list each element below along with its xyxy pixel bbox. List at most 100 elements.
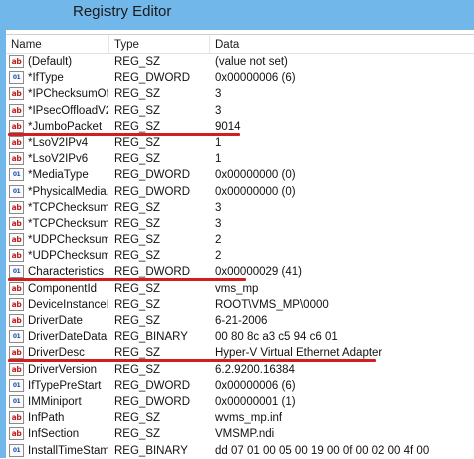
string-value-icon: ab	[9, 200, 24, 214]
value-name: InfPath	[28, 412, 65, 425]
value-data: 3	[215, 104, 222, 117]
list-item[interactable]: 01 *MediaType REG_DWORD 0x00000000 (0)	[6, 167, 474, 183]
value-data: 0x00000001 (1)	[215, 395, 296, 408]
registry-values-list[interactable]: Name Type Data ab (Default) REG_SZ (value n…	[6, 34, 474, 459]
string-value-icon: ab	[9, 249, 24, 263]
list-item[interactable]: 01 *PhysicalMedia... REG_DWORD 0x00000000 (…	[6, 184, 474, 200]
list-item[interactable]: ab ComponentId REG_SZ vms_mp	[6, 281, 474, 297]
value-data: 9014	[215, 120, 241, 133]
value-name: *LsoV2IPv6	[28, 153, 89, 166]
value-data: 6.2.9200.16384	[215, 363, 295, 376]
value-name: *LsoV2IPv4	[28, 136, 89, 149]
list-item[interactable]: ab *IPsecOffloadV2 REG_SZ 3	[6, 103, 474, 119]
string-value-icon: ab	[9, 314, 24, 327]
string-value-icon: ab	[9, 362, 24, 376]
value-type: REG_SZ	[114, 217, 161, 230]
value-name: InfSection	[28, 428, 80, 441]
list-item[interactable]: 01 *IfType REG_DWORD 0x00000006 (6)	[6, 70, 474, 86]
list-item[interactable]: ab DriverDate REG_SZ 6-21-2006	[6, 313, 474, 329]
value-data: 0x00000029 (41)	[215, 266, 302, 279]
string-value-icon: ab	[9, 55, 24, 68]
value-data: 3	[215, 201, 222, 214]
value-name: *TCPChecksum...	[28, 217, 108, 230]
list-item[interactable]: ab *LsoV2IPv6 REG_SZ 1	[6, 151, 474, 167]
list-item[interactable]: ab *UDPChecksum... REG_SZ 2	[6, 248, 474, 264]
list-item[interactable]: ab *TCPChecksum... REG_SZ 3	[6, 216, 474, 232]
list-item[interactable]: 01 InstallTimeStamp REG_BINARY dd 07 01 00 …	[6, 443, 474, 459]
value-data: 00 80 8c a3 c5 94 c6 01	[215, 331, 338, 344]
value-data: 0x00000006 (6)	[215, 379, 296, 392]
binary-value-icon: 01	[9, 168, 24, 182]
list-item[interactable]: ab *LsoV2IPv4 REG_SZ 1	[6, 135, 474, 151]
value-name: InstallTimeStamp	[28, 444, 108, 457]
value-name: ComponentId	[28, 282, 98, 295]
list-item[interactable]: 01 DriverDateData REG_BINARY 00 80 8c a3 c5…	[6, 329, 474, 345]
value-type: REG_SZ	[114, 153, 161, 166]
list-item[interactable]: ab InfPath REG_SZ wvms_mp.inf	[6, 410, 474, 426]
value-data: 3	[215, 217, 222, 230]
value-data: vms_mp	[215, 282, 259, 295]
list-header: Name Type Data	[6, 35, 474, 54]
string-value-icon: ab	[9, 87, 24, 101]
binary-value-icon: 01	[9, 330, 24, 344]
list-item[interactable]: ab *JumboPacket REG_SZ 9014	[6, 119, 474, 136]
value-name: *UDPChecksum...	[28, 250, 108, 263]
value-type: REG_SZ	[114, 201, 161, 214]
list-item[interactable]: 01 IMMiniport REG_DWORD 0x00000001 (1)	[6, 394, 474, 410]
value-name: IfTypePreStart	[28, 379, 102, 392]
list-item[interactable]: ab InfSection REG_SZ VMSMP.ndi	[6, 426, 474, 442]
value-type: REG_SZ	[114, 104, 161, 117]
binary-value-icon: 01	[9, 71, 24, 85]
list-item[interactable]: ab DriverDesc REG_SZ Hyper-V Virtual Ethern…	[6, 345, 474, 363]
value-type: REG_BINARY	[114, 444, 188, 457]
string-value-icon: ab	[9, 103, 24, 117]
value-type: REG_SZ	[114, 282, 161, 295]
list-item[interactable]: ab *TCPChecksum... REG_SZ 3	[6, 200, 474, 216]
string-value-icon: ab	[9, 281, 24, 295]
value-type: REG_DWORD	[114, 169, 191, 182]
column-header-data[interactable]: Data	[210, 38, 474, 53]
value-type: REG_SZ	[114, 250, 161, 263]
value-type: REG_SZ	[114, 412, 161, 425]
value-data: VMSMP.ndi	[215, 428, 275, 441]
list-item[interactable]: ab *UDPChecksum... REG_SZ 2	[6, 232, 474, 248]
value-name: *PhysicalMedia...	[28, 185, 108, 198]
value-type: REG_SZ	[114, 234, 161, 247]
value-data: 3	[215, 88, 222, 101]
list-item[interactable]: ab (Default) REG_SZ (value not set)	[6, 54, 474, 70]
value-data: 1	[215, 136, 222, 149]
string-value-icon: ab	[9, 346, 24, 360]
value-type: REG_DWORD	[114, 185, 191, 198]
string-value-icon: ab	[9, 297, 24, 311]
binary-value-icon: 01	[9, 184, 24, 198]
value-name: DriverDateData	[28, 331, 108, 344]
value-name: *IPsecOffloadV2	[28, 104, 108, 117]
list-rows: ab (Default) REG_SZ (value not set) 01 *IfTyp…	[6, 54, 474, 459]
binary-value-icon: 01	[9, 378, 24, 392]
value-name: *TCPChecksum...	[28, 201, 108, 214]
list-item[interactable]: ab *IPChecksumOf... REG_SZ 3	[6, 86, 474, 102]
window-titlebar[interactable]: Registry Editor	[0, 0, 474, 30]
string-value-icon: ab	[9, 119, 24, 133]
string-value-icon: ab	[9, 216, 24, 230]
binary-value-icon: 01	[9, 394, 24, 408]
value-data: 0x00000000 (0)	[215, 169, 296, 182]
list-item[interactable]: ab DeviceInstanceID REG_SZ ROOT\VMS_MP\0000	[6, 297, 474, 313]
value-data: 0x00000006 (6)	[215, 72, 296, 85]
list-item[interactable]: ab DriverVersion REG_SZ 6.2.9200.16384	[6, 362, 474, 378]
value-data: ROOT\VMS_MP\0000	[215, 298, 329, 311]
value-type: REG_DWORD	[114, 379, 191, 392]
string-value-icon: ab	[9, 427, 24, 441]
binary-value-icon: 01	[9, 265, 24, 279]
value-name: DriverDate	[28, 315, 83, 327]
value-type: REG_SZ	[114, 88, 161, 101]
value-type: REG_DWORD	[114, 395, 191, 408]
list-item[interactable]: 01 IfTypePreStart REG_DWORD 0x00000006 (6)	[6, 378, 474, 394]
value-name: DeviceInstanceID	[28, 298, 108, 311]
binary-value-icon: 01	[9, 443, 24, 457]
list-item[interactable]: 01 Characteristics REG_DWORD 0x00000029 (41…	[6, 264, 474, 282]
column-header-name[interactable]: Name	[6, 38, 108, 53]
column-header-type[interactable]: Type	[109, 38, 209, 53]
value-data: wvms_mp.inf	[215, 412, 283, 425]
value-name: DriverVersion	[28, 363, 98, 376]
